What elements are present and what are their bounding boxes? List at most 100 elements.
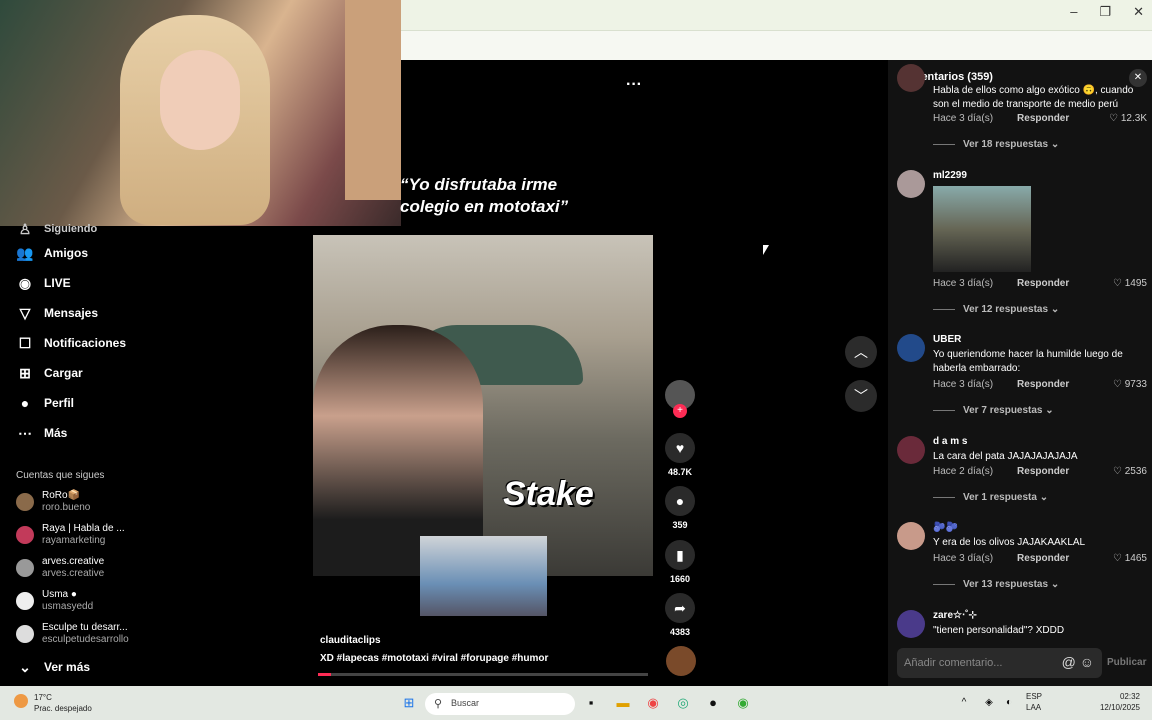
follow-plus-icon[interactable]: + — [673, 404, 687, 418]
reply-button[interactable]: Responder — [1017, 113, 1069, 124]
webcam-streamer-face — [160, 50, 240, 150]
close-window-button[interactable]: ✕ — [1133, 4, 1144, 20]
comment-button[interactable]: ● 359 — [664, 486, 696, 530]
view-replies-button[interactable]: Ver 18 respuestas ⌄ — [933, 139, 1059, 150]
following-account[interactable]: arves.creative arves.creative — [16, 556, 104, 580]
see-more-button[interactable]: ⌄ Ver más — [16, 658, 90, 676]
comment-like-button[interactable]: ♡ 2536 — [1113, 466, 1147, 477]
chrome-icon[interactable]: ◉ — [644, 694, 662, 712]
avatar — [16, 526, 34, 544]
following-icon: ♙ — [18, 220, 32, 237]
more-options-button[interactable]: ··· — [626, 76, 642, 94]
reply-button[interactable]: Responder — [1017, 278, 1069, 289]
previous-video-button[interactable]: ︿ — [845, 336, 877, 368]
sidebar-item-label: Notificaciones — [44, 336, 127, 350]
sidebar-item-notifications[interactable]: ☐ Notificaciones — [16, 334, 126, 352]
sidebar: ♙ Siguiendo 👥 Amigos ◉ LIVE ▽ Mensajes ☐… — [0, 221, 150, 686]
following-account[interactable]: RoRo📦 roro.bueno — [16, 490, 90, 514]
video-progress-bar[interactable] — [318, 673, 648, 676]
browser-toolbar: ⇩ ⤢ ★ ◆ ⋮ — [401, 30, 1152, 82]
comment-like-button[interactable]: ♡ 1465 — [1113, 553, 1147, 564]
tray-chevron-icon[interactable]: ^ — [955, 694, 973, 712]
comment-username[interactable]: ml2299 — [933, 170, 967, 181]
language-primary: ESP — [1026, 692, 1043, 701]
sidebar-item-live[interactable]: ◉ LIVE — [16, 274, 71, 292]
sidebar-item-messages[interactable]: ▽ Mensajes — [16, 304, 98, 322]
profile-icon: ● — [20, 395, 30, 411]
next-video-button[interactable]: ﹀ — [845, 380, 877, 412]
account-username: esculpetudesarrollo — [42, 634, 129, 645]
video-player[interactable]: Stake — [313, 235, 653, 576]
task-view-icon[interactable]: ▪ — [582, 694, 600, 712]
account-name: arves.creative — [42, 556, 105, 567]
reply-button[interactable]: Responder — [1017, 553, 1069, 564]
taskbar-search[interactable]: ⚲ Buscar — [425, 693, 575, 715]
minimize-button[interactable]: – — [1070, 4, 1077, 20]
avatar — [16, 493, 34, 511]
chrome-profile-icon[interactable]: ◉ — [734, 694, 752, 712]
volume-icon[interactable]: ◐ — [1000, 694, 1018, 712]
comment-image[interactable] — [933, 186, 1031, 272]
view-replies-button[interactable]: Ver 12 respuestas ⌄ — [933, 304, 1059, 315]
like-button[interactable]: ♥ 48.7K — [664, 433, 696, 477]
weather-widget[interactable]: 17°C Prac. despejado — [14, 692, 92, 714]
sidebar-item-more[interactable]: ⋯ Más — [16, 424, 67, 442]
comment-count: 359 — [672, 520, 688, 530]
account-name: Esculpe tu desarr... — [42, 622, 128, 633]
avatar — [16, 559, 34, 577]
comment-like-button[interactable]: ♡ 1495 — [1113, 278, 1147, 289]
account-name: RoRo📦 — [42, 490, 81, 501]
reply-button[interactable]: Responder — [1017, 379, 1069, 390]
publish-button[interactable]: Publicar — [1107, 657, 1146, 668]
sidebar-item-label: Siguiendo — [44, 223, 98, 235]
account-username: arves.creative — [42, 568, 105, 579]
comment-time: Hace 3 día(s) — [933, 553, 994, 564]
share-button[interactable]: ➦ 4383 — [664, 593, 696, 637]
following-account[interactable]: Raya | Habla de ... rayamarketing — [16, 523, 125, 547]
chevron-up-icon: ︿ — [854, 344, 868, 360]
save-count: 1660 — [669, 574, 691, 584]
sidebar-item-label: Cargar — [44, 366, 83, 380]
file-explorer-icon[interactable]: ▬ — [614, 694, 632, 712]
comment-like-button[interactable]: ♡ 9733 — [1113, 379, 1147, 390]
mention-icon[interactable]: @ — [1062, 654, 1076, 670]
following-account[interactable]: Usma ● usmasyedd — [16, 589, 93, 613]
view-replies-button[interactable]: Ver 1 respuesta ⌄ — [933, 492, 1048, 503]
view-replies-button[interactable]: Ver 7 respuestas ⌄ — [933, 405, 1054, 416]
following-account[interactable]: Esculpe tu desarr... esculpetudesarrollo — [16, 622, 129, 646]
sidebar-item-label: Más — [44, 426, 68, 440]
notifications-icon: ☐ — [18, 334, 32, 351]
maximize-button[interactable]: ❐ — [1099, 4, 1111, 20]
app-icon[interactable]: ● — [704, 694, 722, 712]
comment-username[interactable]: UBER — [933, 334, 961, 345]
sidebar-item-label: Amigos — [44, 246, 89, 260]
comment-username[interactable]: zare☆‧˚⊹ — [933, 610, 977, 621]
comment-like-count: 1495 — [1124, 278, 1147, 289]
comment-text: Habla de ellos como algo exótico 🙃, cuan… — [933, 85, 1134, 110]
sidebar-item-following[interactable]: ♙ Siguiendo — [16, 220, 97, 238]
video-description[interactable]: XD #lapecas #mototaxi #viral #forupage #… — [320, 653, 548, 664]
system-clock[interactable]: 02:32 12/10/2025 — [1100, 691, 1140, 713]
avatar — [16, 625, 34, 643]
sidebar-item-profile[interactable]: ● Perfil — [16, 394, 74, 412]
comment-username[interactable]: d a m s — [933, 436, 967, 447]
language-indicator[interactable]: ESP LAA — [1026, 691, 1042, 713]
comment-like-button[interactable]: ♡ 12.3K — [1109, 113, 1147, 124]
sidebar-item-friends[interactable]: 👥 Amigos — [16, 244, 88, 262]
view-replies-button[interactable]: Ver 13 respuestas ⌄ — [933, 579, 1059, 590]
chevron-down-icon: ⌄ — [19, 658, 31, 675]
save-button[interactable]: ▮ 1660 — [664, 540, 696, 584]
whatsapp-icon[interactable]: ◎ — [674, 694, 692, 712]
network-icon[interactable]: ◈ — [980, 694, 998, 712]
reply-button[interactable]: Responder — [1017, 466, 1069, 477]
stake-logo: Stake — [503, 475, 594, 513]
account-name: Raya | Habla de ... — [42, 523, 125, 534]
video-author[interactable]: clauditaclips — [320, 635, 381, 646]
sidebar-item-upload[interactable]: ⊞ Cargar — [16, 364, 83, 382]
start-windows-icon[interactable]: ⊞ — [400, 694, 418, 712]
music-disc-icon[interactable] — [666, 646, 696, 676]
comment-username[interactable]: 🫐🫐 — [933, 522, 958, 533]
emoji-icon[interactable]: ☺ — [1080, 654, 1094, 670]
comment-input[interactable]: Añadir comentario... @ ☺ — [897, 648, 1102, 678]
language-secondary: LAA — [1026, 703, 1042, 712]
